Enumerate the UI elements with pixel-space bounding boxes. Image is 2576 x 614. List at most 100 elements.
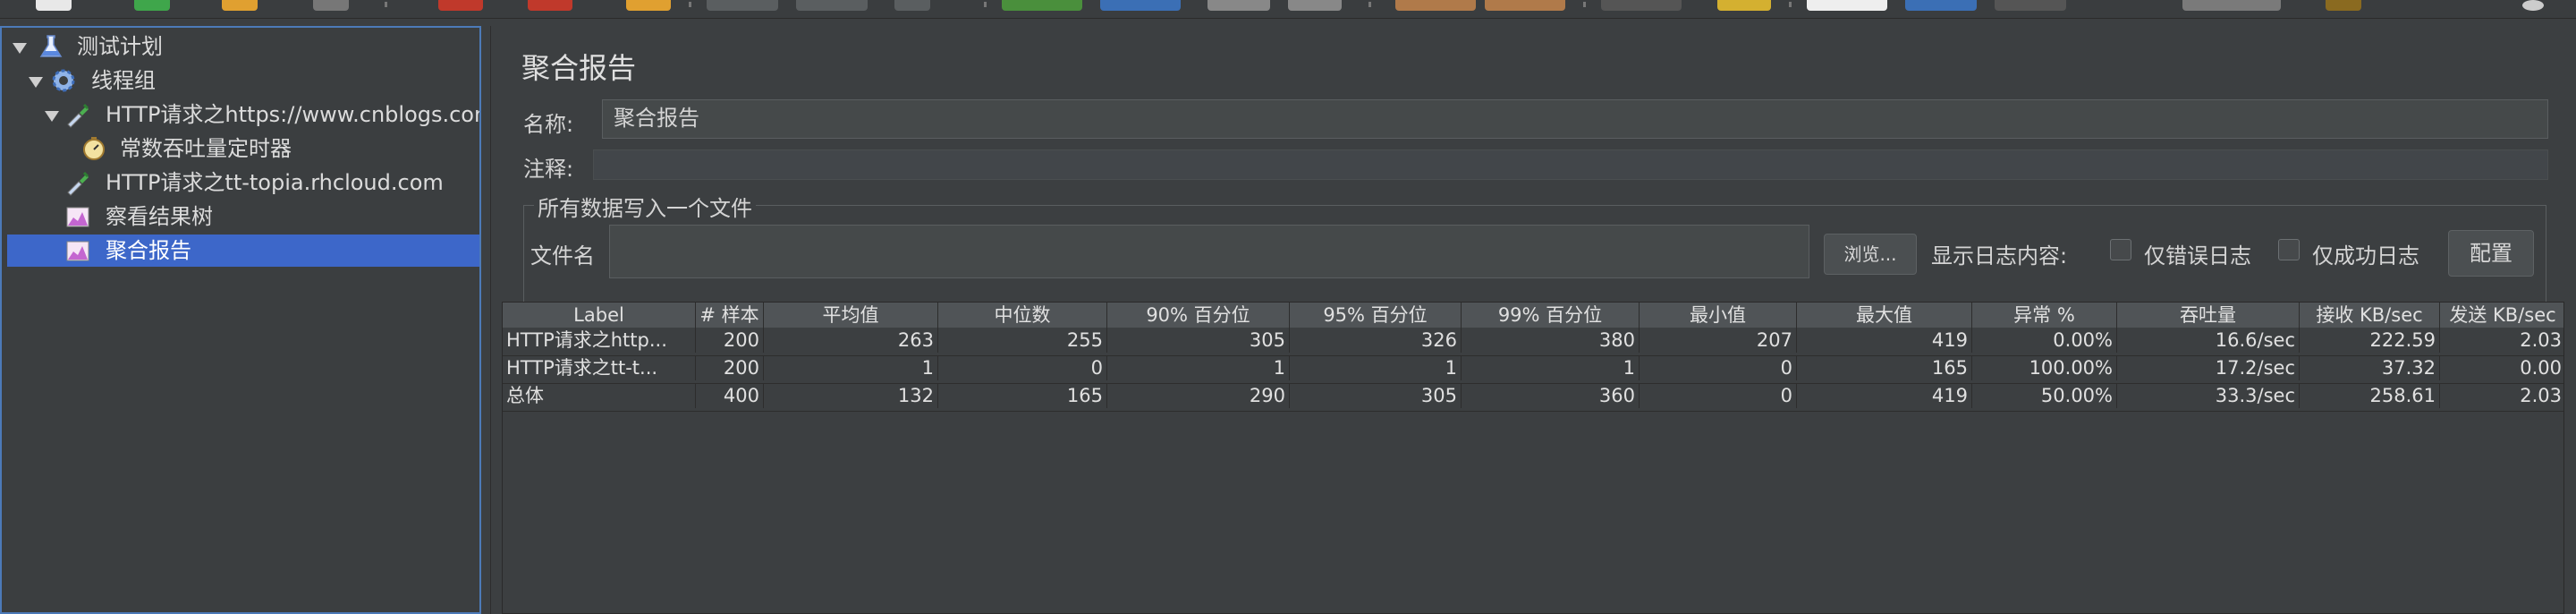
tree-item-http-request-cnblogs[interactable]: HTTP请求之https://www.cnblogs.com — [2, 98, 479, 131]
cell-received: 258.61 — [2300, 383, 2440, 408]
cell-min: 0 — [1640, 355, 1797, 380]
cell-max: 419 — [1797, 328, 1972, 353]
column-header-max[interactable]: 最大值 — [1797, 303, 1972, 328]
toolbar-separator — [984, 2, 987, 7]
write-results-group-title: 所有数据写入一个文件 — [534, 191, 756, 222]
status-icon — [2522, 0, 2544, 11]
column-header-sent[interactable]: 发送 KB/sec — [2440, 303, 2565, 328]
flask-icon — [39, 35, 63, 57]
cell-99th: 360 — [1462, 383, 1640, 408]
clear-all-icon[interactable] — [1717, 0, 1771, 11]
function-helper-icon[interactable] — [1995, 0, 2066, 11]
search-icon[interactable] — [1807, 0, 1887, 11]
column-header-throughput[interactable]: 吞吐量 — [2117, 303, 2300, 328]
column-header-median[interactable]: 中位数 — [938, 303, 1107, 328]
cell-received: 37.32 — [2300, 355, 2440, 380]
filename-label: 文件名 — [530, 243, 595, 269]
comment-field[interactable] — [593, 149, 2548, 180]
cell-median: 255 — [938, 328, 1107, 353]
column-header-received[interactable]: 接收 KB/sec — [2300, 303, 2440, 328]
cell-samples: 200 — [696, 328, 764, 353]
new-icon[interactable] — [36, 0, 72, 11]
column-header-error-pct[interactable]: 异常 % — [1972, 303, 2117, 328]
open-icon[interactable] — [222, 0, 258, 11]
warning-icon[interactable] — [2326, 0, 2361, 11]
cell-label: HTTP请求之http... — [503, 328, 696, 353]
stop-icon[interactable] — [1208, 0, 1270, 11]
table-row[interactable]: HTTP请求之tt-t... 200 1 0 1 1 1 0 165 100.0… — [503, 355, 2563, 384]
tree-item-view-results-tree[interactable]: 察看结果树 — [2, 200, 479, 233]
cell-error-pct: 0.00% — [1972, 328, 2117, 353]
column-header-label[interactable]: Label — [503, 303, 696, 328]
toolbar — [0, 0, 2576, 19]
tree-item-thread-group[interactable]: 线程组 — [2, 64, 479, 97]
comment-label: 注释: — [523, 157, 574, 182]
page-title: 聚合报告 — [521, 51, 637, 85]
cell-label: 总体 — [503, 383, 696, 408]
cell-throughput: 16.6/sec — [2117, 328, 2300, 353]
shutdown-icon[interactable] — [1288, 0, 1342, 11]
paste-icon[interactable] — [626, 0, 671, 11]
cell-90th: 305 — [1107, 328, 1290, 353]
collapse-icon[interactable] — [796, 0, 868, 11]
column-header-min[interactable]: 最小值 — [1640, 303, 1797, 328]
save-icon[interactable] — [313, 0, 349, 11]
chart-icon — [66, 241, 89, 261]
column-header-samples[interactable]: # 样本 — [696, 303, 764, 328]
table-row[interactable]: HTTP请求之http... 200 263 255 305 326 380 2… — [503, 328, 2563, 356]
name-field[interactable]: 聚合报告 — [602, 99, 2548, 139]
toolbar-separator — [1583, 2, 1586, 7]
expand-icon[interactable] — [707, 0, 778, 11]
toggle-icon[interactable] — [894, 0, 930, 11]
table-header: Label # 样本 平均值 中位数 90% 百分位 95% 百分位 99% 百… — [503, 303, 2563, 328]
test-plan-tree: 测试计划 线程组 HTTP请求之https://www.cnblogs.com … — [0, 26, 481, 614]
cell-average: 132 — [764, 383, 938, 408]
expand-arrow-icon[interactable] — [29, 77, 43, 88]
tree-item-http-request-tt-topia[interactable]: HTTP请求之tt-topia.rhcloud.com — [2, 166, 479, 199]
copy-icon[interactable] — [528, 0, 572, 11]
template-icon[interactable] — [134, 0, 170, 11]
filename-input[interactable] — [609, 225, 1809, 278]
column-header-95th[interactable]: 95% 百分位 — [1290, 303, 1462, 328]
cell-label: HTTP请求之tt-t... — [503, 355, 696, 380]
tree-item-aggregate-report[interactable]: 聚合报告 — [7, 235, 479, 267]
expand-arrow-icon[interactable] — [13, 43, 27, 54]
pipette-icon — [67, 171, 89, 196]
cell-90th: 1 — [1107, 355, 1290, 380]
start-no-pause-icon[interactable] — [1100, 0, 1181, 11]
timer-icon — [83, 137, 105, 160]
tree-item-label: 测试计划 — [77, 34, 163, 59]
browse-button[interactable]: 浏览... — [1824, 234, 1917, 275]
cut-icon[interactable] — [438, 0, 483, 11]
success-only-checkbox[interactable] — [2278, 239, 2300, 260]
tree-item-label: 常数吞吐量定时器 — [120, 136, 292, 161]
tree-item-constant-throughput-timer[interactable]: 常数吞吐量定时器 — [2, 132, 479, 165]
reset-search-icon[interactable] — [1905, 0, 1977, 11]
name-label: 名称: — [523, 112, 574, 137]
column-header-99th[interactable]: 99% 百分位 — [1462, 303, 1640, 328]
configure-button-label: 配置 — [2470, 241, 2512, 266]
table-row[interactable]: 总体 400 132 165 290 305 360 0 419 50.00% … — [503, 383, 2563, 412]
cell-95th: 326 — [1290, 328, 1462, 353]
cell-error-pct: 50.00% — [1972, 383, 2117, 408]
cell-throughput: 17.2/sec — [2117, 355, 2300, 380]
cell-90th: 290 — [1107, 383, 1290, 408]
cell-99th: 380 — [1462, 328, 1640, 353]
tree-item-test-plan[interactable]: 测试计划 — [2, 30, 479, 63]
errors-only-checkbox[interactable] — [2110, 239, 2131, 260]
column-header-90th[interactable]: 90% 百分位 — [1107, 303, 1290, 328]
remote-stop-icon[interactable] — [1485, 0, 1565, 11]
tree-item-label: HTTP请求之tt-topia.rhcloud.com — [106, 170, 444, 195]
column-header-average[interactable]: 平均值 — [764, 303, 938, 328]
aggregate-report-panel: 聚合报告 名称: 聚合报告 注释: 所有数据写入一个文件 文件名 浏览... 显… — [490, 26, 2576, 614]
clear-icon[interactable] — [1601, 0, 1682, 11]
expand-arrow-icon[interactable] — [45, 111, 59, 122]
gear-icon — [52, 69, 75, 92]
remote-start-icon[interactable] — [1395, 0, 1476, 11]
configure-button[interactable]: 配置 — [2448, 230, 2534, 277]
cell-samples: 200 — [696, 355, 764, 380]
start-icon[interactable] — [1002, 0, 1082, 11]
thread-counter — [2182, 0, 2281, 11]
cell-average: 1 — [764, 355, 938, 380]
tree-item-label: 线程组 — [91, 68, 156, 93]
